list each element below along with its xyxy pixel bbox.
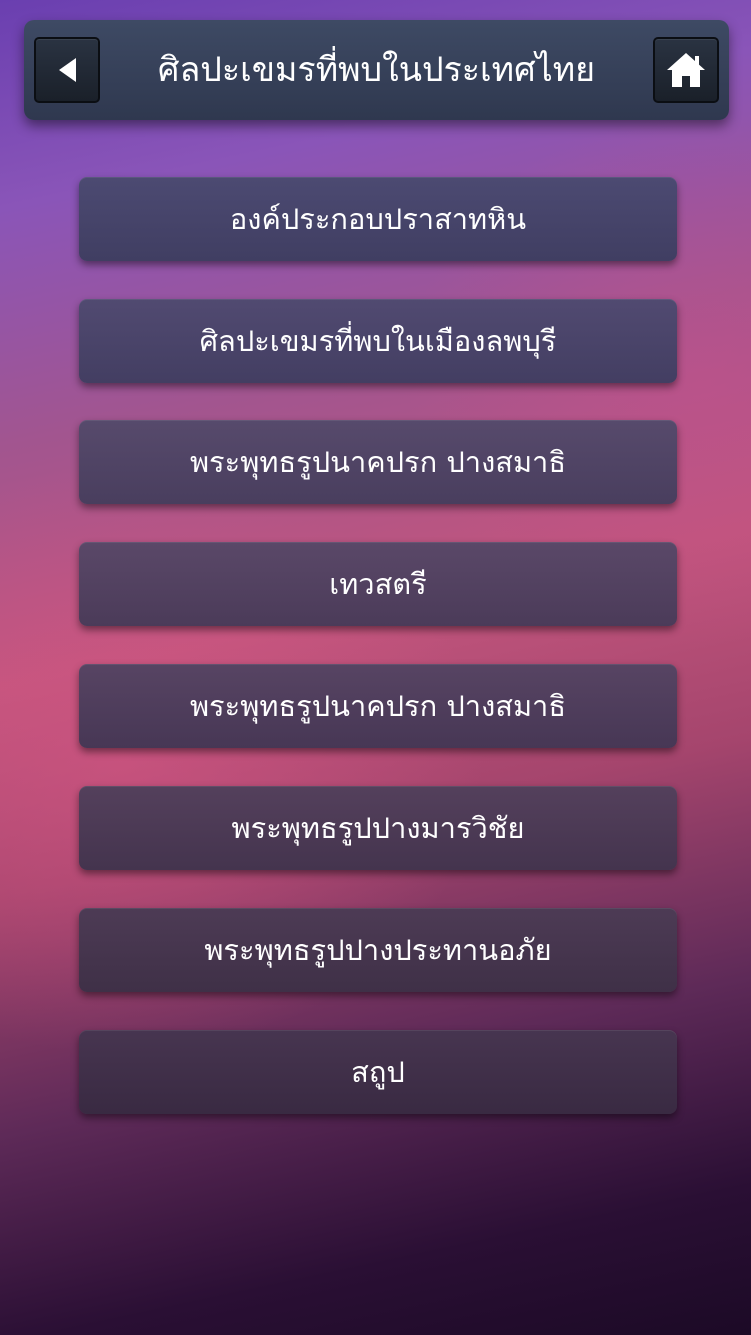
back-button[interactable] — [34, 37, 100, 103]
home-button[interactable] — [653, 37, 719, 103]
menu-item-khmer-art-lopburi[interactable]: ศิลปะเขมรที่พบในเมืองลพบุรี — [79, 299, 677, 383]
menu-item-goddess[interactable]: เทวสตรี — [79, 542, 677, 626]
app-header: ศิลปะเขมรที่พบในประเทศไทย — [24, 20, 729, 120]
menu-item-stupa[interactable]: สถูป — [79, 1030, 677, 1114]
menu-item-naga-buddha-meditation-1[interactable]: พระพุทธรูปนาคปรก ปางสมาธิ — [79, 420, 677, 504]
menu-item-naga-buddha-meditation-2[interactable]: พระพุทธรูปนาคปรก ปางสมาธิ — [79, 664, 677, 748]
menu-item-buddha-subduing-mara[interactable]: พระพุทธรูปปางมารวิชัย — [79, 786, 677, 870]
page-title: ศิลปะเขมรที่พบในประเทศไทย — [157, 50, 596, 90]
back-triangle-icon — [59, 58, 76, 82]
menu-item-buddha-dispelling-fear[interactable]: พระพุทธรูปปางประทานอภัย — [79, 908, 677, 992]
home-icon — [667, 53, 705, 87]
menu-item-stone-castle-components[interactable]: องค์ประกอบปราสาทหิน — [79, 177, 677, 261]
